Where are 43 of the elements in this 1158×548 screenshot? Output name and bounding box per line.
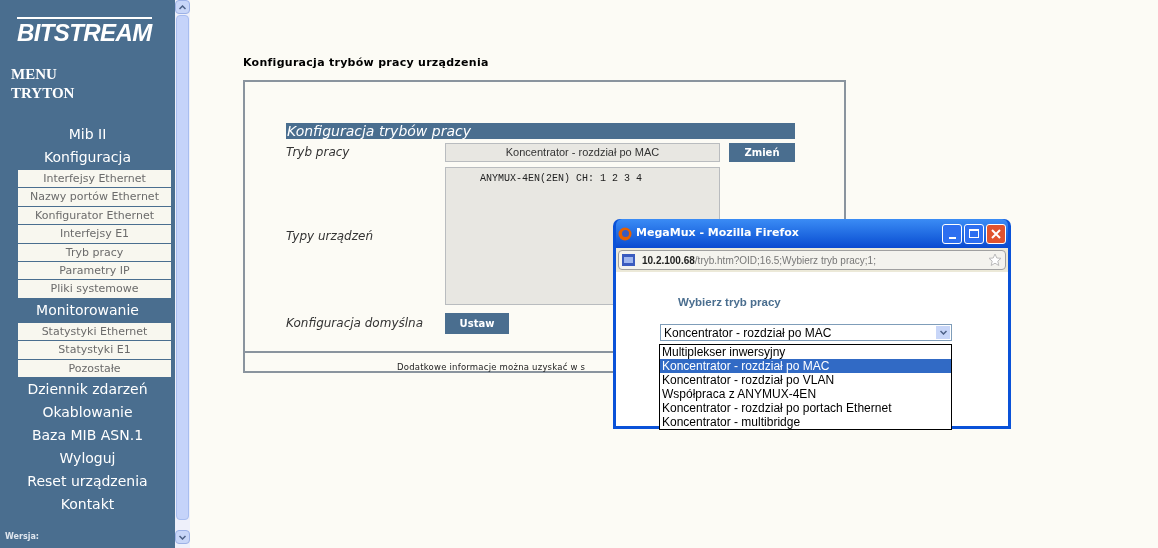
menu-link[interactable]: Baza MIB ASN.1 <box>0 423 175 447</box>
submenu-item[interactable]: Statystyki E1 <box>17 340 172 360</box>
mode-value-field: Koncentrator - rozdział po MAC <box>445 142 720 162</box>
minimize-button[interactable] <box>942 223 962 244</box>
menu-link[interactable]: Kontakt <box>0 492 175 516</box>
submenu-item[interactable]: Parametry IP <box>17 260 172 281</box>
close-icon <box>991 228 1001 239</box>
scroll-thumb[interactable] <box>176 15 189 520</box>
submenu-item[interactable]: Pozostałe <box>17 358 172 378</box>
field-label: Typy urządzeń <box>286 227 375 245</box>
field-label: Tryb pracy <box>286 144 351 161</box>
submenu-item[interactable]: Interfejsy Ethernet <box>17 169 172 189</box>
menu-link[interactable]: Wyloguj <box>0 446 175 470</box>
menu-link[interactable]: Dziennik zdarzeń <box>0 377 175 401</box>
submenu-item[interactable]: Nazwy portów Ethernet <box>17 187 172 207</box>
close-button[interactable] <box>986 223 1006 244</box>
menu-link[interactable]: Monitorowanie <box>0 298 175 322</box>
section-title: Konfiguracja trybów pracy <box>286 122 795 139</box>
star-icon[interactable] <box>988 253 1002 267</box>
submenu-item[interactable]: Konfigurator Ethernet <box>17 205 172 226</box>
submenu-item[interactable]: Interfejsy E1 <box>17 224 172 244</box>
mode-select[interactable]: Koncentrator - rozdział po MAC <box>660 324 952 342</box>
url-bar[interactable]: 10.2.100.68/tryb.htm?OID;16.5;Wybierz tryb pracy;1; <box>618 250 1006 270</box>
menu-title: TRYTON <box>11 84 76 103</box>
version-label: Wersja: <box>5 531 39 543</box>
maximize-button[interactable] <box>964 223 984 244</box>
page-heading: Konfiguracja trybów pracy urządzenia <box>243 55 490 71</box>
footer-note: Dodatkowe informacje można uzyskać w s <box>397 361 586 372</box>
field-label: Konfiguracja domyślna <box>286 315 425 332</box>
submenu-item[interactable]: Statystyki Ethernet <box>17 321 172 342</box>
dropdown-option[interactable]: Koncentrator - rozdział po MAC <box>660 359 951 373</box>
menu-link[interactable]: Mib II <box>0 123 175 146</box>
page-icon <box>622 254 635 266</box>
logo: BITSTREAM <box>17 17 152 45</box>
submenu-item[interactable]: Pliki systemowe <box>17 279 172 299</box>
menu-link[interactable]: Konfiguracja <box>0 146 175 169</box>
change-button[interactable]: Zmień <box>729 142 795 162</box>
menu-link[interactable]: Okablowanie <box>0 400 175 424</box>
submenu-item[interactable]: Tryb pracy <box>17 242 172 262</box>
menu-title: MENU <box>11 65 58 84</box>
set-button[interactable]: Ustaw <box>445 312 509 334</box>
scrollbar[interactable] <box>175 0 190 548</box>
menu-link[interactable]: Reset urządzenia <box>0 469 175 493</box>
